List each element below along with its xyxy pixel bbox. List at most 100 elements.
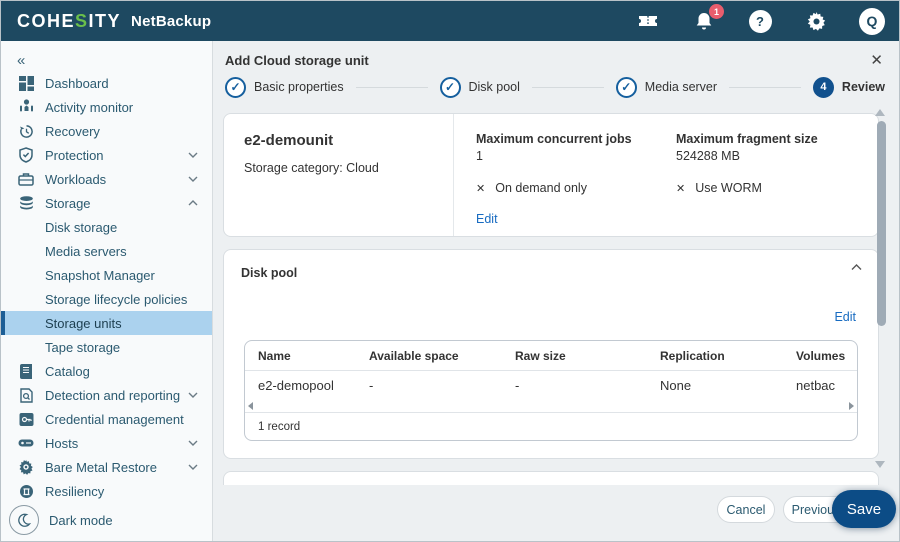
ticket-icon[interactable] — [635, 8, 661, 34]
settings-gear-icon[interactable] — [803, 8, 829, 34]
step-basic-properties[interactable]: ✓ Basic properties — [225, 77, 344, 98]
sidebar-item-storage[interactable]: Storage — [1, 191, 212, 215]
x-icon: ✕ — [676, 182, 685, 195]
max-fragment-size-value: 524288 MB — [676, 149, 818, 163]
netbackup-app: COHESITY NetBackup 1 ? Q « Dashb — [0, 0, 900, 542]
moon-icon — [9, 505, 39, 535]
wizard-stepper: ✓ Basic properties ✓ Disk pool ✓ Media s… — [225, 74, 885, 100]
step-connector — [532, 87, 604, 88]
dark-mode-toggle[interactable]: Dark mode — [9, 505, 113, 535]
record-count: 1 record — [245, 413, 857, 440]
storage-database-icon — [17, 194, 35, 212]
sidebar: « Dashboard Activity monitor Recovery Pr… — [1, 41, 213, 541]
product-name: NetBackup — [131, 13, 211, 30]
resiliency-icon — [17, 482, 35, 500]
chevron-down-icon — [188, 176, 198, 182]
help-icon[interactable]: ? — [747, 8, 773, 34]
edit-properties-link[interactable]: Edit — [476, 212, 498, 226]
sidebar-item-protection[interactable]: Protection — [1, 143, 212, 167]
column-header-volumes: Volumes — [796, 349, 857, 363]
sidebar-item-detection-and-reporting[interactable]: Detection and reporting — [1, 383, 212, 407]
sidebar-item-hosts[interactable]: Hosts — [1, 431, 212, 455]
edit-disk-pool-link[interactable]: Edit — [834, 310, 856, 324]
sidebar-collapse-button[interactable]: « — [1, 49, 212, 71]
notifications-bell-icon[interactable]: 1 — [691, 8, 717, 34]
step-media-server[interactable]: ✓ Media server — [616, 77, 717, 98]
sidebar-item-snapshot-manager[interactable]: Snapshot Manager — [1, 263, 212, 287]
cell-name: e2-demopool — [245, 378, 369, 393]
workloads-briefcase-icon — [17, 170, 35, 188]
use-worm-label: Use WORM — [695, 181, 762, 195]
storage-unit-name: e2-demounit — [244, 132, 453, 149]
save-button[interactable]: Save — [832, 490, 896, 528]
sidebar-item-bare-metal-restore[interactable]: Bare Metal Restore — [1, 455, 212, 479]
step-review[interactable]: 4 Review — [813, 77, 885, 98]
disk-pool-table: Name Available space Raw size Replicatio… — [244, 340, 858, 441]
notification-badge: 1 — [709, 4, 724, 19]
chevron-down-icon — [188, 440, 198, 446]
chevron-down-icon — [188, 152, 198, 158]
sidebar-item-catalog[interactable]: Catalog — [1, 359, 212, 383]
storage-category: Storage category: Cloud — [244, 161, 453, 175]
step-check-icon: ✓ — [616, 77, 637, 98]
sidebar-item-activity-monitor[interactable]: Activity monitor — [1, 95, 212, 119]
activity-monitor-icon — [17, 98, 35, 116]
sidebar-item-recovery[interactable]: Recovery — [1, 119, 212, 143]
table-row[interactable]: e2-demopool - - None netbac — [245, 371, 857, 400]
credential-key-icon — [17, 410, 35, 428]
user-avatar[interactable]: Q — [859, 8, 885, 34]
disk-pool-title: Disk pool — [241, 266, 297, 280]
sidebar-item-credential-management[interactable]: Credential management — [1, 407, 212, 431]
chevron-down-icon — [188, 464, 198, 470]
column-header-available-space: Available space — [369, 349, 515, 363]
step-check-icon: ✓ — [225, 77, 246, 98]
disk-pool-card: Disk pool Edit Name Available space Raw … — [223, 249, 879, 459]
step-connector — [356, 87, 428, 88]
cell-replication: None — [660, 378, 796, 393]
scroll-up-arrow-icon[interactable] — [875, 109, 885, 116]
sidebar-item-tape-storage[interactable]: Tape storage — [1, 335, 212, 359]
collapse-chevrons-icon: « — [17, 52, 25, 69]
sidebar-item-resiliency[interactable]: Resiliency — [1, 479, 212, 503]
horizontal-scrollbar[interactable] — [245, 400, 857, 413]
sidebar-item-disk-storage[interactable]: Disk storage — [1, 215, 212, 239]
bare-metal-restore-gear-icon — [17, 458, 35, 476]
chevron-up-icon[interactable] — [851, 264, 862, 271]
column-header-name: Name — [245, 349, 369, 363]
storage-unit-summary-card: e2-demounit Storage category: Cloud Maxi… — [223, 113, 879, 237]
page-title: Add Cloud storage unit — [225, 53, 369, 68]
add-cloud-storage-unit-panel: Add Cloud storage unit ✕ ✓ Basic propert… — [213, 41, 899, 541]
max-concurrent-jobs-value: 1 — [476, 149, 654, 163]
catalog-book-icon — [17, 362, 35, 380]
scroll-left-arrow-icon[interactable] — [248, 402, 253, 410]
detection-report-icon — [17, 386, 35, 404]
scroll-down-arrow-icon[interactable] — [875, 461, 885, 468]
scroll-right-arrow-icon[interactable] — [849, 402, 854, 410]
x-icon: ✕ — [476, 182, 485, 195]
recovery-history-icon — [17, 122, 35, 140]
sidebar-item-storage-lifecycle-policies[interactable]: Storage lifecycle policies — [1, 287, 212, 311]
chevron-up-icon — [188, 200, 198, 206]
top-bar: COHESITY NetBackup 1 ? Q — [1, 1, 899, 41]
max-fragment-size-label: Maximum fragment size — [676, 132, 818, 146]
sidebar-item-storage-units[interactable]: Storage units — [1, 311, 212, 335]
cancel-button[interactable]: Cancel — [717, 496, 775, 523]
cell-available-space: - — [369, 378, 515, 393]
chevron-down-icon — [188, 392, 198, 398]
column-header-raw-size: Raw size — [515, 349, 660, 363]
wizard-footer: Cancel Previous Save — [213, 485, 899, 541]
sidebar-item-media-servers[interactable]: Media servers — [1, 239, 212, 263]
step-number: 4 — [813, 77, 834, 98]
on-demand-only-label: On demand only — [495, 181, 587, 195]
max-concurrent-jobs-label: Maximum concurrent jobs — [476, 132, 654, 146]
vertical-scroll-thumb[interactable] — [877, 121, 886, 326]
sidebar-item-workloads[interactable]: Workloads — [1, 167, 212, 191]
hosts-server-icon — [17, 434, 35, 452]
dashboard-icon — [17, 74, 35, 92]
close-icon[interactable]: ✕ — [870, 51, 883, 69]
sidebar-item-dashboard[interactable]: Dashboard — [1, 71, 212, 95]
step-check-icon: ✓ — [440, 77, 461, 98]
step-disk-pool[interactable]: ✓ Disk pool — [440, 77, 520, 98]
cohesity-logo: COHESITY — [17, 11, 121, 32]
cell-raw-size: - — [515, 378, 660, 393]
